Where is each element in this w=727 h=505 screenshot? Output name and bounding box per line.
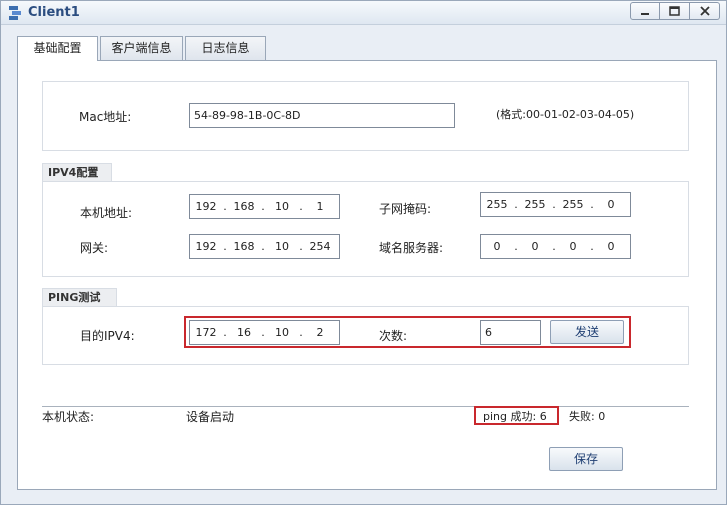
mac-input[interactable]: 54-89-98-1B-0C-8D [189,103,455,128]
window-title: Client1 [28,5,80,20]
mac-format-hint: (格式:00-01-02-03-04-05) [496,108,635,121]
local-ip-label: 本机地址: [80,206,133,220]
dns-label: 域名服务器: [379,241,444,255]
maximize-button[interactable] [660,2,690,20]
tab-client-info[interactable]: 客户端信息 [100,36,183,60]
local-ip-input[interactable]: 192. 168. 10. 1 [189,194,340,219]
minimize-button[interactable] [630,2,660,20]
ip-octet: 10 [275,240,289,253]
dns-input[interactable]: 0. 0. 0. 0 [480,234,631,259]
close-button[interactable] [690,2,720,20]
ping-group-label: PING测试 [42,288,117,307]
ipv4-group-label: IPV4配置 [42,163,112,182]
ip-octet: 255 [562,198,584,211]
subnet-label: 子网掩码: [379,202,432,216]
ip-octet: 10 [275,200,289,213]
ip-octet: 254 [309,240,331,253]
ip-octet: 0 [569,240,577,253]
ip-octet: 168 [233,200,255,213]
mac-label: Mac地址: [79,110,132,124]
title-bar[interactable]: Client1 [1,1,726,25]
minimize-icon [641,13,649,15]
ip-octet: 255 [524,198,546,211]
save-button[interactable]: 保存 [549,447,623,471]
ip-octet: 0 [493,240,501,253]
status-value: 设备启动 [186,410,235,424]
app-icon [9,6,21,20]
ip-octet: 168 [233,240,255,253]
close-icon [699,6,710,16]
client-window: Client1 基础配置 客户端信息 日志信息 Mac地址: 54-89-98-… [0,0,727,505]
maximize-icon [669,6,680,16]
gateway-label: 网关: [80,241,109,255]
ip-octet: 192 [195,240,217,253]
ping-highlight-box [184,316,631,348]
ipv4-group: 本机地址: 192. 168. 10. 1 子网掩码: 255. 255. 25… [42,181,689,277]
ip-octet: 0 [607,240,615,253]
ping-success-count: ping 成功: 6 [483,410,547,423]
basic-config-panel: Mac地址: 54-89-98-1B-0C-8D (格式:00-01-02-03… [17,60,717,490]
tab-log-info[interactable]: 日志信息 [185,36,266,60]
gateway-input[interactable]: 192. 168. 10. 254 [189,234,340,259]
ip-octet: 0 [531,240,539,253]
ip-octet: 255 [486,198,508,211]
mac-group: Mac地址: 54-89-98-1B-0C-8D (格式:00-01-02-03… [42,81,689,151]
status-label: 本机状态: [42,410,95,424]
fail-count: 失败: 0 [569,410,606,423]
tab-basic-config[interactable]: 基础配置 [17,36,98,61]
window-controls [630,2,720,20]
ip-octet: 192 [195,200,217,213]
ip-octet: 1 [316,200,324,213]
status-divider [42,406,689,407]
ip-octet: 0 [607,198,615,211]
subnet-input[interactable]: 255. 255. 255. 0 [480,192,631,217]
dest-ip-label: 目的IPV4: [80,329,135,343]
